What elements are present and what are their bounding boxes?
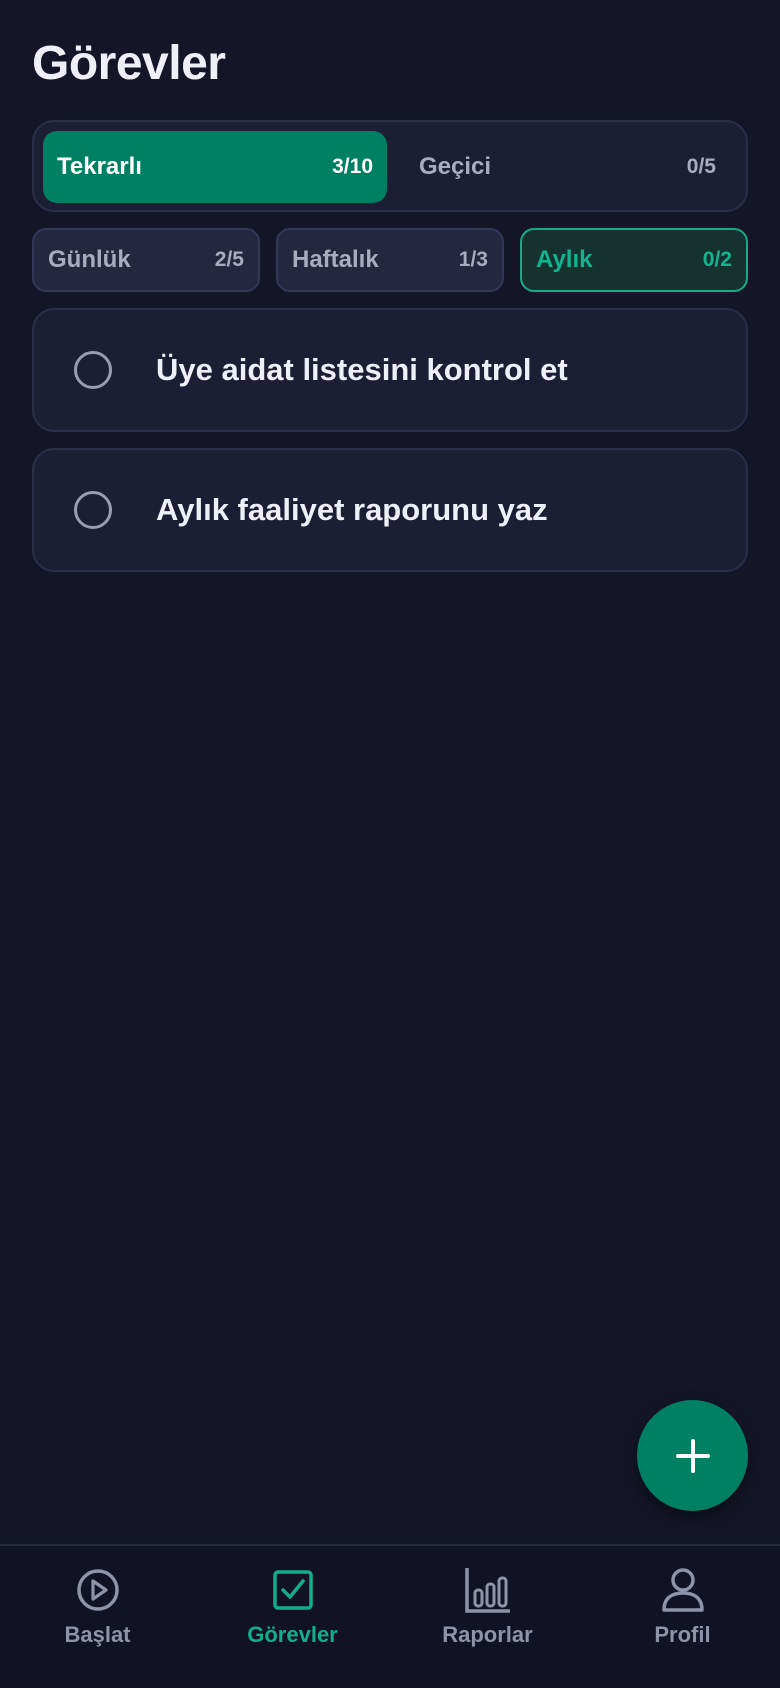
nav-label-reports: Raporlar: [442, 1622, 533, 1647]
page-title: Görevler: [32, 37, 226, 90]
play-circle-icon: [76, 1569, 119, 1611]
segment-recurring-label: Tekrarlı: [57, 153, 142, 180]
filter-monthly-count: 0/2: [702, 248, 732, 271]
nav-item-reports[interactable]: Raporlar: [390, 1564, 585, 1674]
nav-item-tasks[interactable]: Görevler: [195, 1564, 390, 1674]
filter-daily-label: Günlük: [48, 246, 131, 273]
segment-temporary-label: Geçici: [419, 153, 492, 180]
segment-recurring[interactable]: Tekrarlı 3/10: [43, 131, 387, 203]
segment-temporary-count: 0/5: [686, 155, 716, 178]
filter-monthly-label: Aylık: [536, 246, 593, 273]
add-task-button[interactable]: [637, 1400, 748, 1511]
checkbox-icon: [272, 1570, 313, 1610]
task-checkbox[interactable]: [74, 351, 112, 389]
nav-label-profile: Profil: [654, 1622, 711, 1647]
filter-weekly[interactable]: Haftalık 1/3: [276, 228, 504, 292]
bottom-nav: Başlat Görevler Raporlar Profil: [0, 1544, 780, 1688]
task-title: Üye aidat listesini kontrol et: [156, 352, 568, 387]
segment-recurring-count: 3/10: [332, 155, 373, 178]
nav-item-start[interactable]: Başlat: [0, 1564, 195, 1674]
filter-monthly[interactable]: Aylık 0/2: [520, 228, 748, 292]
plus-icon: [675, 1438, 710, 1473]
task-card[interactable]: Aylık faaliyet raporunu yaz: [32, 448, 748, 572]
task-title: Aylık faaliyet raporunu yaz: [156, 492, 548, 527]
task-type-segmented-control: Tekrarlı 3/10 Geçici 0/5: [32, 120, 748, 212]
nav-label-tasks: Görevler: [247, 1622, 338, 1647]
user-icon: [661, 1568, 704, 1612]
task-card[interactable]: Üye aidat listesini kontrol et: [32, 308, 748, 432]
nav-item-profile[interactable]: Profil: [585, 1564, 780, 1674]
tasks-screen: Görevler Tekrarlı 3/10 Geçici 0/5 Günlük…: [0, 0, 780, 1688]
filter-weekly-label: Haftalık: [292, 246, 379, 273]
bar-chart-icon: [464, 1568, 510, 1613]
nav-label-start: Başlat: [64, 1622, 131, 1647]
filter-daily-count: 2/5: [214, 248, 244, 271]
filter-daily[interactable]: Günlük 2/5: [32, 228, 260, 292]
task-checkbox[interactable]: [74, 491, 112, 529]
segment-temporary[interactable]: Geçici 0/5: [391, 131, 736, 203]
filter-weekly-count: 1/3: [458, 248, 488, 271]
